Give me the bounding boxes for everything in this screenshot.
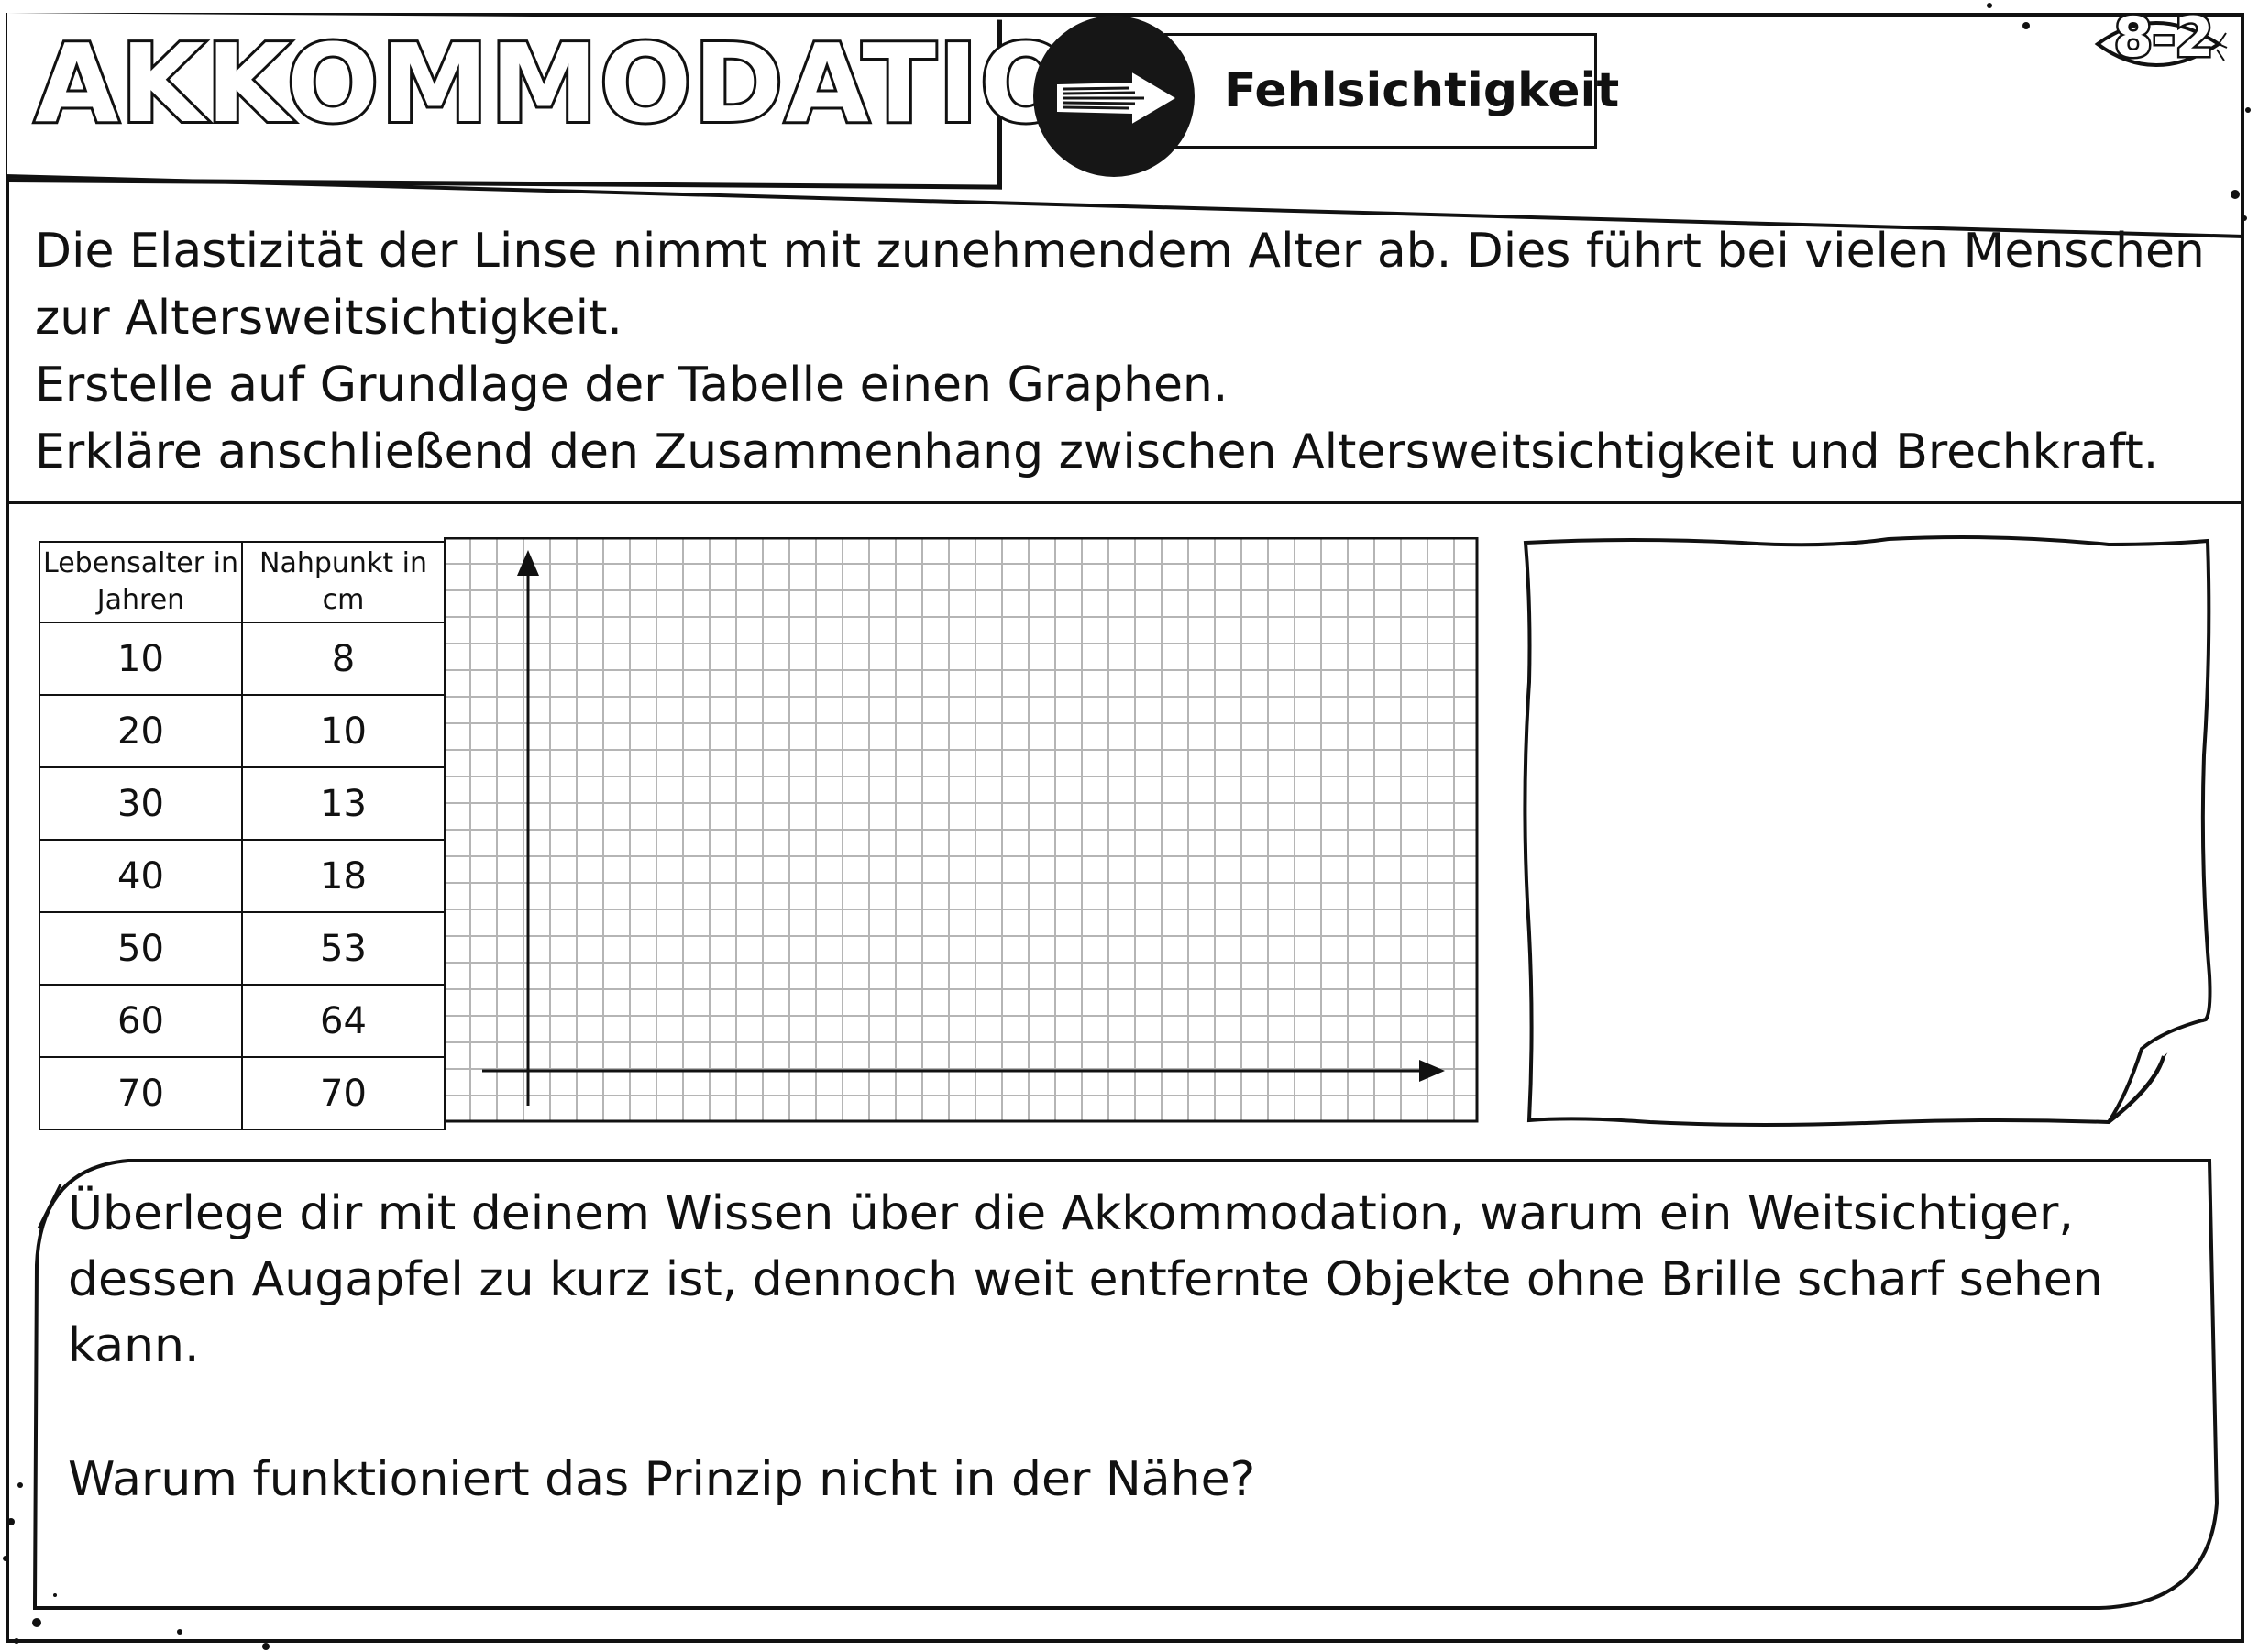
decorative-dots	[3, 3, 2251, 1650]
